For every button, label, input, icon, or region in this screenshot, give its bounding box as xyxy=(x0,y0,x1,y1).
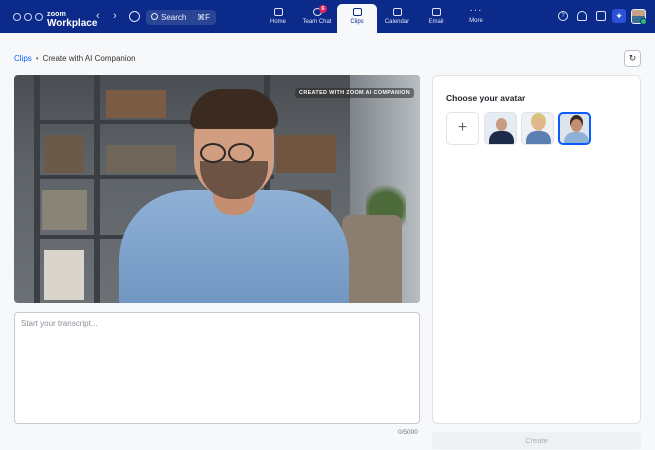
user-avatar[interactable] xyxy=(631,9,647,25)
ai-watermark-badge: CREATED WITH ZOOM AI COMPANION xyxy=(295,88,414,98)
refresh-icon: ↻ xyxy=(628,53,637,63)
forward-arrow-icon[interactable]: › xyxy=(113,10,117,22)
notification-bell-icon[interactable] xyxy=(577,11,587,21)
tab-label: Home xyxy=(269,19,286,25)
help-icon[interactable]: ? xyxy=(558,11,568,21)
tab-more[interactable]: ··· More xyxy=(456,4,496,33)
tab-home[interactable]: Home xyxy=(258,4,298,33)
more-icon: ··· xyxy=(469,5,483,16)
breadcrumb-separator: • xyxy=(35,54,39,63)
avatar-panel: Choose your avatar + xyxy=(432,75,641,424)
brand-large: Workplace xyxy=(47,18,98,29)
avatar-option-selected[interactable] xyxy=(558,112,591,145)
brand-small: zoom xyxy=(47,11,67,18)
tab-label: Clips xyxy=(350,19,364,25)
tab-label: Email xyxy=(428,19,444,25)
email-icon xyxy=(431,8,441,16)
history-icon[interactable] xyxy=(129,11,140,22)
character-counter: 0/5000 xyxy=(398,429,418,436)
avatar-video-preview: CREATED WITH ZOOM AI COMPANION xyxy=(14,75,420,303)
breadcrumb-clips-link[interactable]: Clips xyxy=(14,54,32,63)
breadcrumb-current: Create with AI Companion xyxy=(42,54,136,63)
panel-title: Choose your avatar xyxy=(446,93,526,103)
search-input[interactable]: Search ⌘F xyxy=(146,10,216,25)
window-controls[interactable] xyxy=(13,13,43,21)
refresh-button[interactable]: ↻ xyxy=(624,50,641,67)
search-shortcut: ⌘F xyxy=(197,13,210,22)
app-logo: zoom Workplace xyxy=(47,8,98,29)
tab-label: More xyxy=(469,18,483,24)
tab-label: Team Chat xyxy=(302,19,332,25)
breadcrumb: Clips • Create with AI Companion xyxy=(14,54,136,63)
tab-team-chat[interactable]: 6 Team Chat xyxy=(297,4,337,33)
tab-email[interactable]: Email xyxy=(416,4,456,33)
home-icon xyxy=(273,8,283,16)
clips-icon xyxy=(352,8,362,16)
ai-companion-icon[interactable]: ✦ xyxy=(612,9,626,23)
avatar-option[interactable] xyxy=(484,112,517,145)
tab-label: Calendar xyxy=(384,19,410,25)
calendar-icon xyxy=(392,8,402,16)
back-arrow-icon[interactable]: ‹ xyxy=(96,10,100,22)
transcript-input[interactable] xyxy=(14,312,420,424)
plus-icon: + xyxy=(457,119,468,136)
unread-badge: 6 xyxy=(319,5,327,13)
create-button[interactable]: Create xyxy=(432,432,641,449)
tab-calendar[interactable]: Calendar xyxy=(377,4,417,33)
tab-clips[interactable]: Clips xyxy=(337,4,377,33)
avatar-option[interactable] xyxy=(521,112,554,145)
search-label: Search xyxy=(161,13,187,22)
add-avatar-button[interactable]: + xyxy=(446,112,479,145)
whiteboard-icon[interactable] xyxy=(596,11,606,21)
top-bar: zoom Workplace ‹ › Search ⌘F Home 6 Team… xyxy=(0,0,655,33)
search-icon xyxy=(151,13,158,20)
